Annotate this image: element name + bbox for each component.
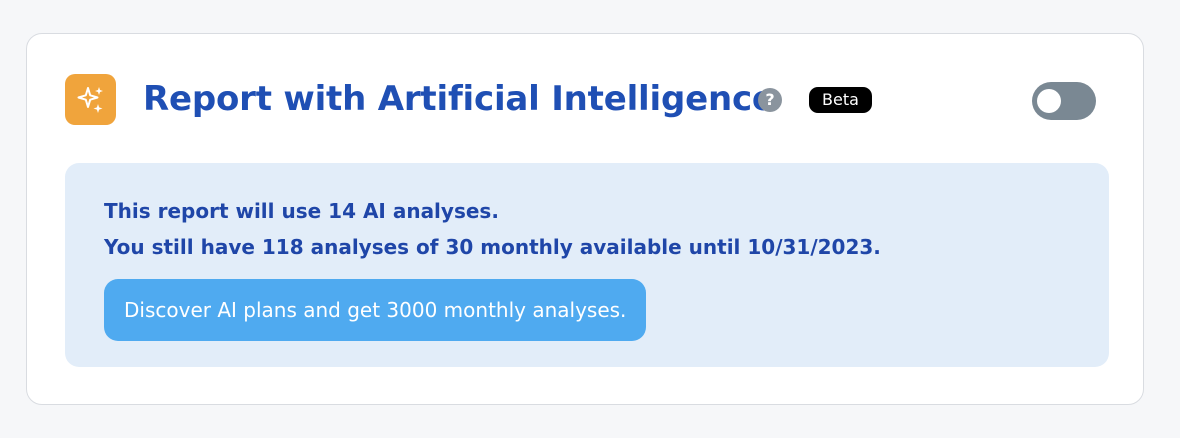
ai-report-card: Report with Artificial Intelligence ? Be…: [26, 33, 1144, 405]
card-header: Report with Artificial Intelligence ? Be…: [65, 74, 1096, 126]
toggle-knob[interactable]: [1037, 89, 1061, 113]
card-title: Report with Artificial Intelligence: [143, 79, 775, 119]
ai-usage-info-box: This report will use 14 AI analyses. You…: [65, 163, 1109, 367]
sparkles-icon: [65, 74, 116, 125]
beta-badge: Beta: [809, 87, 872, 113]
question-circle-icon[interactable]: ?: [758, 88, 782, 112]
analyses-used-text: This report will use 14 AI analyses.: [104, 199, 499, 223]
ai-report-toggle[interactable]: [1032, 82, 1096, 120]
analyses-remaining-text: You still have 118 analyses of 30 monthl…: [104, 235, 881, 259]
discover-ai-plans-button[interactable]: Discover AI plans and get 3000 monthly a…: [104, 279, 647, 341]
